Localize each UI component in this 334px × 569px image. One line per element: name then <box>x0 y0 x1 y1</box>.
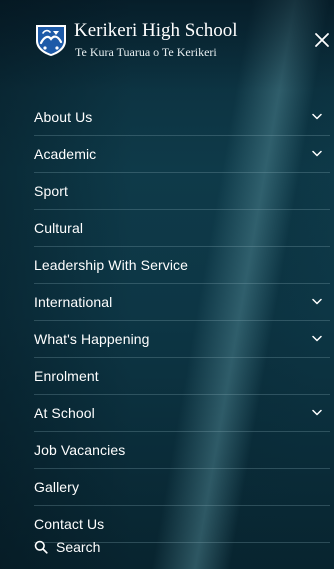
menu-item-label: Sport <box>34 183 68 199</box>
nav-header: Kerikeri High School Te Kura Tuarua o Te… <box>0 0 334 90</box>
main-menu: About Us Academic Sport Cultural Leaders… <box>34 99 330 543</box>
school-subtitle: Te Kura Tuarua o Te Kerikeri <box>75 45 217 59</box>
search-label: Search <box>56 539 101 555</box>
menu-item-label: International <box>34 294 113 310</box>
menu-item-label: At School <box>34 405 95 421</box>
menu-item-label: Enrolment <box>34 368 99 384</box>
menu-item-whats-happening[interactable]: What's Happening <box>34 321 330 358</box>
chevron-down-icon[interactable] <box>312 150 322 157</box>
menu-item-label: About Us <box>34 109 93 125</box>
chevron-down-icon[interactable] <box>312 409 322 416</box>
menu-item-label: Job Vacancies <box>34 442 126 458</box>
menu-item-leadership-with-service[interactable]: Leadership With Service <box>34 247 330 284</box>
mobile-nav-drawer: Kerikeri High School Te Kura Tuarua o Te… <box>0 0 334 569</box>
chevron-down-icon[interactable] <box>312 298 322 305</box>
menu-item-enrolment[interactable]: Enrolment <box>34 358 330 395</box>
close-icon[interactable] <box>313 31 331 49</box>
menu-item-academic[interactable]: Academic <box>34 136 330 173</box>
menu-item-gallery[interactable]: Gallery <box>34 469 330 506</box>
menu-item-cultural[interactable]: Cultural <box>34 210 330 247</box>
menu-item-sport[interactable]: Sport <box>34 173 330 210</box>
search-icon <box>34 540 48 554</box>
menu-item-label: Gallery <box>34 479 80 495</box>
school-name[interactable]: Kerikeri High School <box>74 20 238 42</box>
menu-item-job-vacancies[interactable]: Job Vacancies <box>34 432 330 469</box>
menu-item-at-school[interactable]: At School <box>34 395 330 432</box>
menu-item-label: Leadership With Service <box>34 257 189 273</box>
chevron-down-icon[interactable] <box>312 335 322 342</box>
menu-item-label: Academic <box>34 146 97 162</box>
menu-item-label: Contact Us <box>34 516 105 532</box>
school-crest-icon[interactable] <box>34 23 68 57</box>
menu-item-international[interactable]: International <box>34 284 330 321</box>
menu-item-label: Cultural <box>34 220 84 236</box>
search-button[interactable]: Search <box>34 532 100 562</box>
chevron-down-icon[interactable] <box>312 113 322 120</box>
menu-item-about-us[interactable]: About Us <box>34 99 330 136</box>
menu-item-label: What's Happening <box>34 331 150 347</box>
